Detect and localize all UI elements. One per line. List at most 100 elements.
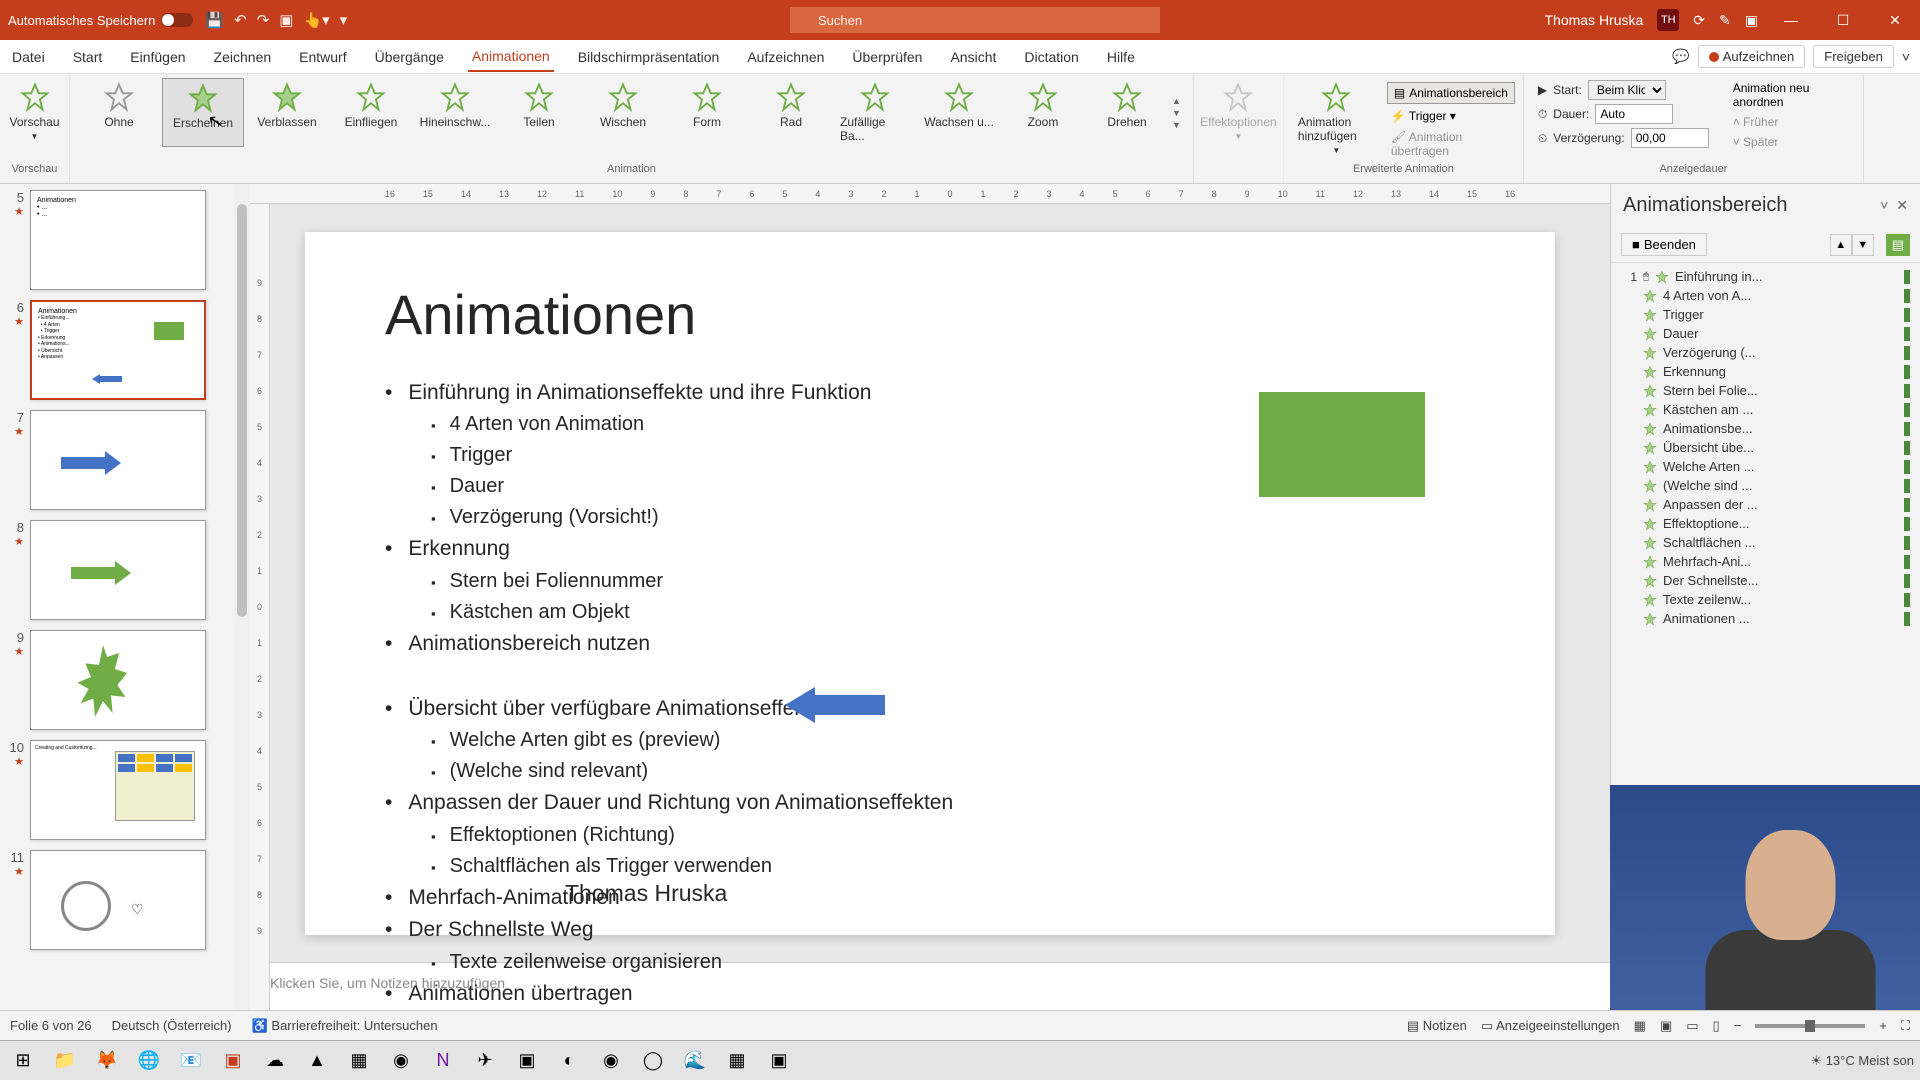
window-icon[interactable]: ▣ [1745, 12, 1758, 29]
animation-wachsenu[interactable]: Wachsen u... [918, 78, 1000, 147]
accessibility-indicator[interactable]: ♿ Barrierefreiheit: Untersuchen [252, 1018, 438, 1034]
tab-start[interactable]: Start [69, 43, 107, 71]
anim-item-16[interactable]: Der Schnellste... [1615, 571, 1916, 590]
tab-entwurf[interactable]: Entwurf [295, 43, 350, 71]
explorer-icon[interactable]: 📁 [48, 1046, 82, 1076]
start-button[interactable]: ⊞ [6, 1046, 40, 1076]
add-animation-button[interactable]: Animation hinzufügen▼ [1292, 78, 1381, 156]
share-button[interactable]: Freigeben [1813, 45, 1894, 68]
thumbnail-10[interactable]: 10★Creating and Customizing... [6, 740, 244, 840]
anim-item-3[interactable]: Dauer [1615, 324, 1916, 343]
animation-rad[interactable]: Rad [750, 78, 832, 147]
touch-icon[interactable]: 👆▾ [303, 11, 329, 29]
sorter-view-icon[interactable]: ▣ [1660, 1018, 1672, 1034]
anim-item-1[interactable]: 4 Arten von A... [1615, 286, 1916, 305]
app2-icon[interactable]: ▦ [342, 1046, 376, 1076]
pane-close-icon[interactable]: ✕ [1896, 197, 1908, 214]
qat-more-icon[interactable]: ▾ [340, 11, 348, 29]
slide-canvas[interactable]: Animationen Einführung in Animationseffe… [305, 232, 1555, 935]
user-avatar[interactable]: TH [1657, 9, 1679, 31]
tab-überprüfen[interactable]: Überprüfen [848, 43, 926, 71]
animation-gallery[interactable]: OhneErscheinenVerblassenEinfliegenHinein… [78, 78, 1168, 147]
pane-options-icon[interactable]: ˅ [1880, 197, 1888, 214]
anim-item-7[interactable]: Kästchen am ... [1615, 400, 1916, 419]
anim-item-8[interactable]: Animationsbe... [1615, 419, 1916, 438]
anim-item-17[interactable]: Texte zeilenw... [1615, 590, 1916, 609]
animation-ohne[interactable]: Ohne [78, 78, 160, 147]
search-input[interactable] [790, 7, 1160, 33]
firefox-icon[interactable]: 🦊 [90, 1046, 124, 1076]
animation-verblassen[interactable]: Verblassen [246, 78, 328, 147]
collapse-ribbon-icon[interactable]: ˅ [1902, 49, 1910, 65]
animation-hineinschw[interactable]: Hineinschw... [414, 78, 496, 147]
record-button[interactable]: Aufzeichnen [1698, 45, 1806, 68]
close-button[interactable]: ✕ [1876, 12, 1914, 29]
green-rectangle-shape[interactable] [1259, 392, 1425, 497]
animation-einfliegen[interactable]: Einfliegen [330, 78, 412, 147]
animation-zoom[interactable]: Zoom [1002, 78, 1084, 147]
save-icon[interactable]: 💾 [205, 11, 224, 29]
present-icon[interactable]: ▣ [279, 11, 293, 29]
blue-arrow-shape[interactable] [785, 687, 885, 723]
language-indicator[interactable]: Deutsch (Österreich) [112, 1018, 232, 1033]
zoom-slider[interactable] [1755, 1024, 1865, 1028]
sync-icon[interactable]: ⟳ [1693, 12, 1705, 29]
play-button[interactable]: ■ Beenden [1621, 233, 1707, 256]
thumbnail-9[interactable]: 9★ [6, 630, 244, 730]
reading-view-icon[interactable]: ▭ [1686, 1018, 1698, 1034]
pane-view-icon[interactable]: ▤ [1886, 234, 1910, 256]
animation-wischen[interactable]: Wischen [582, 78, 664, 147]
duration-input[interactable] [1595, 104, 1673, 124]
anim-item-14[interactable]: Schaltflächen ... [1615, 533, 1916, 552]
animation-form[interactable]: Form [666, 78, 748, 147]
app8-icon[interactable]: ▣ [762, 1046, 796, 1076]
app4-icon[interactable]: ▣ [510, 1046, 544, 1076]
autosave-toggle[interactable]: Automatisches Speichern [8, 13, 193, 28]
tab-dictation[interactable]: Dictation [1020, 43, 1082, 71]
tab-ansicht[interactable]: Ansicht [946, 43, 1000, 71]
anim-item-11[interactable]: (Welche sind ... [1615, 476, 1916, 495]
vlc-icon[interactable]: ▲ [300, 1046, 334, 1076]
chrome-icon[interactable]: 🌐 [132, 1046, 166, 1076]
tab-bildschirmpräsentation[interactable]: Bildschirmpräsentation [574, 43, 724, 71]
app-icon[interactable]: ☁ [258, 1046, 292, 1076]
move-up-icon[interactable]: ▲ [1830, 234, 1852, 256]
zoom-out-icon[interactable]: − [1734, 1018, 1742, 1033]
thumbnail-scrollbar[interactable] [234, 184, 250, 1010]
preview-button[interactable]: Vorschau▼ [3, 78, 65, 145]
anim-item-10[interactable]: Welche Arten ... [1615, 457, 1916, 476]
anim-item-13[interactable]: Effektoptione... [1615, 514, 1916, 533]
tab-hilfe[interactable]: Hilfe [1103, 43, 1139, 71]
anim-item-2[interactable]: Trigger [1615, 305, 1916, 324]
gallery-scroll[interactable]: ▲▼▼ [1168, 78, 1185, 147]
tab-übergänge[interactable]: Übergänge [371, 43, 448, 71]
weather-widget[interactable]: ☀ 13°C Meist son [1810, 1053, 1914, 1069]
animation-pane-button[interactable]: ▤ Animationsbereich [1387, 82, 1515, 104]
thumbnail-7[interactable]: 7★ [6, 410, 244, 510]
obs-icon[interactable]: ◐ [552, 1046, 586, 1076]
tab-einfügen[interactable]: Einfügen [126, 43, 189, 71]
draw-icon[interactable]: ✎ [1719, 12, 1731, 29]
anim-item-18[interactable]: Animationen ... [1615, 609, 1916, 628]
thumbnail-11[interactable]: 11★♡ [6, 850, 244, 950]
comments-icon[interactable]: 💬 [1672, 48, 1689, 65]
display-settings[interactable]: ▭ Anzeigeeinstellungen [1481, 1018, 1620, 1034]
notes-toggle[interactable]: ▤ Notizen [1407, 1018, 1467, 1034]
edge-icon[interactable]: 🌊 [678, 1046, 712, 1076]
slideshow-view-icon[interactable]: ▯ [1713, 1018, 1720, 1034]
slide-title[interactable]: Animationen [385, 282, 1475, 347]
anim-item-4[interactable]: Verzögerung (... [1615, 343, 1916, 362]
slide-thumbnails[interactable]: 5★Animationen• ...• ...6★Animationen• Ei… [0, 184, 250, 1010]
tab-animationen[interactable]: Animationen [468, 42, 554, 72]
undo-icon[interactable]: ↶ [234, 11, 247, 29]
fit-icon[interactable]: ⛶ [1901, 1018, 1910, 1034]
powerpoint-icon[interactable]: ▣ [216, 1046, 250, 1076]
trigger-button[interactable]: ⚡ Trigger ▾ [1387, 107, 1515, 125]
move-down-icon[interactable]: ▼ [1852, 234, 1874, 256]
normal-view-icon[interactable]: ▦ [1634, 1018, 1646, 1034]
tab-aufzeichnen[interactable]: Aufzeichnen [743, 43, 828, 71]
start-select[interactable]: Beim Klicken [1588, 80, 1666, 100]
anim-item-0[interactable]: 1🖱Einführung in... [1615, 267, 1916, 286]
animation-teilen[interactable]: Teilen [498, 78, 580, 147]
maximize-button[interactable]: ☐ [1824, 12, 1862, 29]
